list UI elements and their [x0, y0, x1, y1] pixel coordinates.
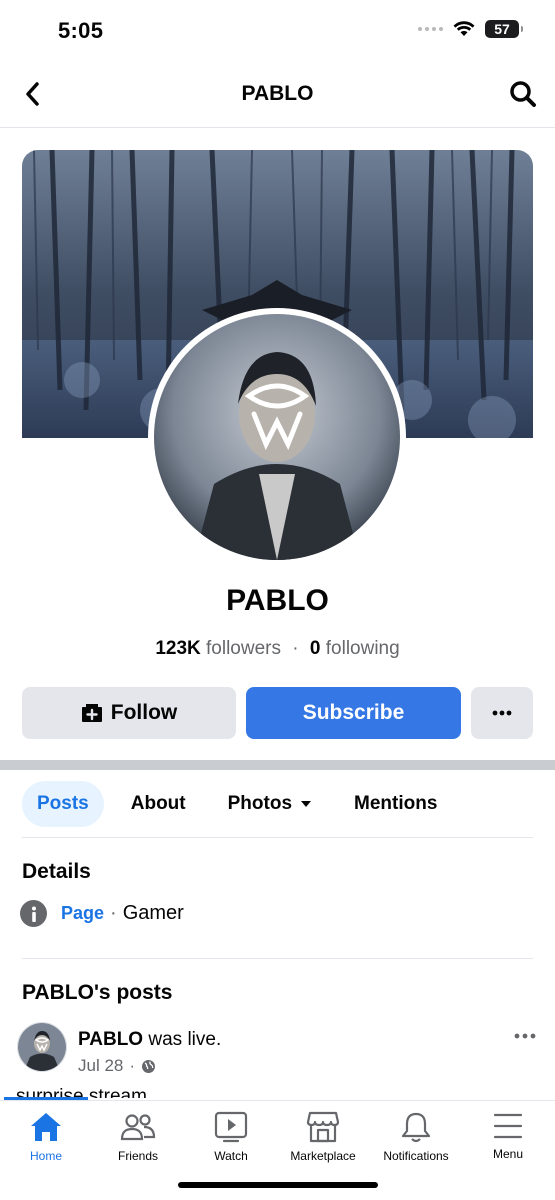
status-bar: 5:05 57 — [0, 0, 555, 62]
nav-friends-label: Friends — [117, 1149, 158, 1163]
tab-photos-label: Photos — [227, 793, 293, 814]
tabs-divider — [22, 837, 533, 838]
profile-tabs: Posts About Photos Mentions — [22, 781, 452, 827]
post-date[interactable]: Jul 28 — [78, 1056, 123, 1076]
details-heading: Details — [22, 860, 91, 883]
status-indicators: 57 — [418, 20, 523, 38]
page-category: Gamer — [122, 902, 184, 924]
followers-count[interactable]: 123K — [155, 638, 200, 659]
subscribe-label: Subscribe — [302, 701, 405, 724]
nav-home[interactable]: Home — [0, 1111, 92, 1163]
follow-stats: 123K followers · 0 following — [0, 638, 555, 660]
tab-posts[interactable]: Posts — [22, 781, 104, 827]
nav-notifications[interactable]: Notifications — [370, 1111, 462, 1163]
nav-home-label: Home — [29, 1149, 62, 1163]
page-header: PABLO — [0, 62, 555, 128]
post-action: was live. — [148, 1029, 222, 1050]
more-options-button[interactable] — [471, 687, 533, 739]
nav-marketplace[interactable]: Marketplace — [277, 1111, 369, 1163]
following-label[interactable]: following — [326, 638, 400, 659]
nav-friends[interactable]: Friends — [92, 1111, 184, 1163]
bell-icon — [401, 1112, 431, 1143]
page-title: PABLO — [241, 82, 314, 105]
friends-icon — [120, 1114, 156, 1141]
details-separator: · — [110, 902, 117, 924]
search-button[interactable] — [505, 76, 541, 112]
following-count[interactable]: 0 — [310, 638, 321, 659]
more-horizontal-icon — [492, 710, 512, 716]
section-divider — [0, 760, 555, 770]
posts-heading: PABLO's posts — [22, 981, 173, 1004]
post-options-button[interactable] — [509, 1024, 541, 1048]
post-author-name[interactable]: PABLO — [78, 1029, 143, 1050]
follow-label: Follow — [110, 701, 178, 724]
section-line — [22, 958, 533, 959]
details-row: Page · Gamer — [20, 900, 184, 927]
info-icon — [20, 900, 47, 927]
stats-separator: · — [292, 638, 299, 659]
nav-notifications-label: Notifications — [383, 1149, 449, 1163]
tab-photos[interactable]: Photos — [213, 781, 327, 827]
tab-mentions[interactable]: Mentions — [339, 781, 452, 827]
post-author-avatar[interactable] — [17, 1022, 67, 1072]
status-time: 5:05 — [58, 18, 104, 43]
battery-level: 57 — [494, 21, 510, 37]
wifi-icon — [453, 21, 475, 36]
battery-indicator: 57 — [485, 20, 523, 38]
nav-menu[interactable]: Menu — [462, 1111, 554, 1161]
menu-icon — [493, 1113, 523, 1139]
nav-menu-label: Menu — [492, 1147, 524, 1161]
watch-icon — [214, 1111, 248, 1143]
search-icon — [510, 81, 536, 107]
post-meta: Jul 28 · — [78, 1056, 156, 1076]
nav-watch[interactable]: Watch — [185, 1111, 277, 1163]
tab-about[interactable]: About — [116, 781, 201, 827]
follow-icon — [81, 704, 102, 722]
globe-icon — [142, 1059, 156, 1073]
subscribe-button[interactable]: Subscribe — [246, 687, 461, 739]
profile-name: PABLO — [226, 584, 329, 617]
profile-picture[interactable] — [148, 308, 406, 566]
signal-icon — [418, 27, 443, 31]
home-icon — [31, 1113, 61, 1141]
home-indicator-bar — [178, 1182, 378, 1188]
nav-marketplace-label: Marketplace — [290, 1149, 356, 1163]
follow-button[interactable]: Follow — [22, 687, 236, 739]
page-link[interactable]: Page — [61, 903, 104, 924]
caret-down-icon — [301, 801, 312, 807]
marketplace-icon — [306, 1111, 340, 1143]
more-horizontal-icon — [514, 1033, 536, 1039]
post-header: PABLO was live. — [78, 1029, 221, 1051]
nav-watch-label: Watch — [214, 1149, 248, 1163]
post-meta-dot: · — [129, 1056, 136, 1075]
followers-label[interactable]: followers — [206, 638, 281, 659]
